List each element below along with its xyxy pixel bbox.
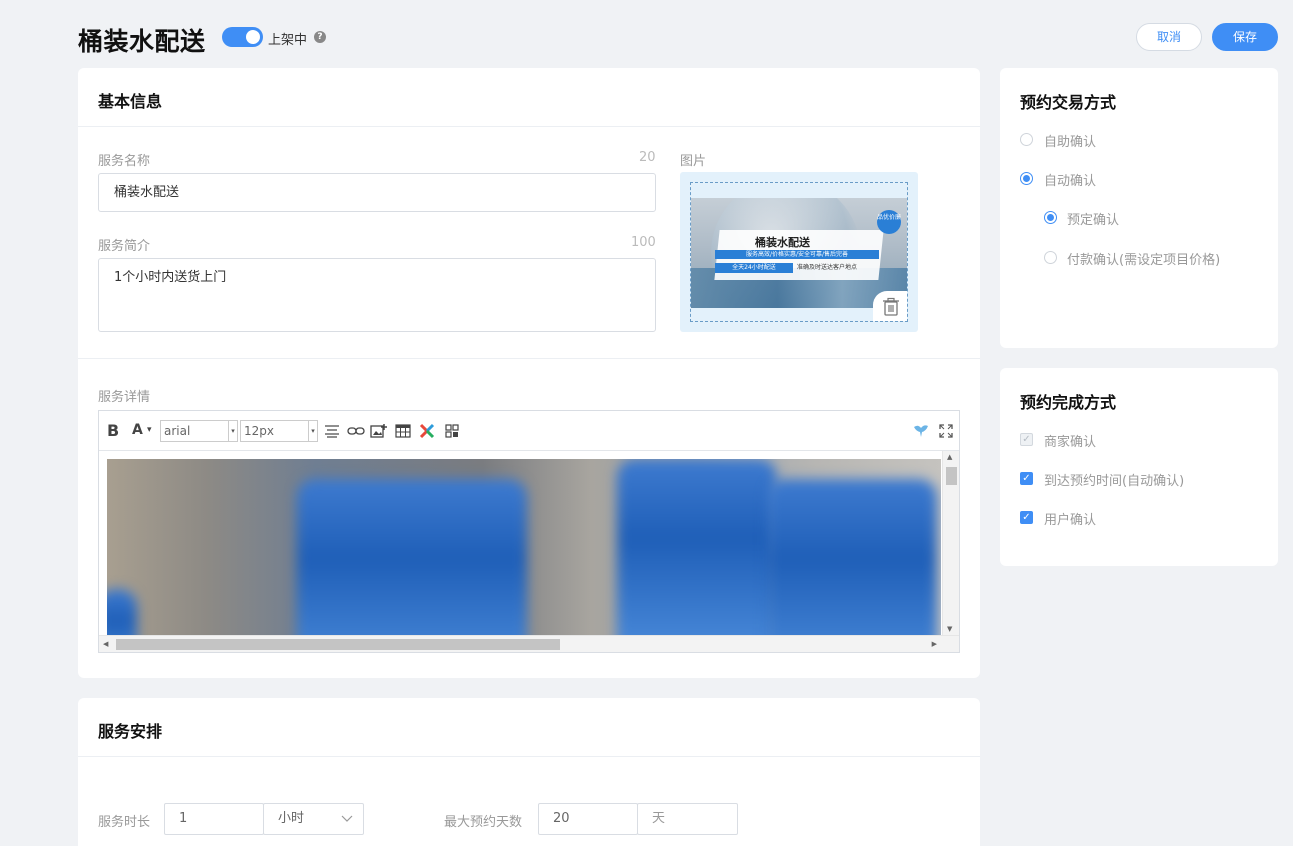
radio-self-confirm[interactable]: [1020, 133, 1033, 146]
scroll-up-icon[interactable]: ▲: [947, 453, 952, 461]
complete-mode-title: 预约完成方式: [1020, 393, 1117, 412]
basic-info-card: 基本信息 服务名称 20 桶装水配送 服务简介 100 1个小时内送货上门 图片…: [78, 68, 980, 678]
complete-mode-card: 预约完成方式 ✓ 商家确认 ✓ 到达预约时间(自动确认) ✓ 用户确认: [1000, 368, 1278, 566]
water-jug-graphic: [107, 589, 137, 635]
option-label: 自助确认: [1044, 135, 1097, 150]
basic-info-title: 基本信息: [98, 92, 163, 111]
font-family-select[interactable]: arial ▾: [160, 420, 238, 442]
section-divider: [78, 358, 980, 359]
checkbox-arrival-time[interactable]: ✓: [1020, 472, 1033, 485]
chevron-down-icon: [341, 815, 353, 822]
schedule-title: 服务安排: [98, 722, 163, 741]
service-name-limit: 20: [639, 150, 656, 165]
scroll-thumb[interactable]: [116, 639, 560, 650]
option-label: 自动确认: [1044, 174, 1097, 189]
scroll-right-icon[interactable]: ▶: [932, 640, 937, 648]
radio-payment-confirm[interactable]: [1044, 251, 1057, 264]
max-days-unit: 天: [637, 803, 738, 835]
card-divider: [78, 126, 980, 127]
trash-icon: [883, 297, 899, 316]
intro-label: 服务简介: [98, 239, 151, 254]
banner-badge: 品优价廉: [877, 210, 901, 234]
checkbox-user-confirm[interactable]: ✓: [1020, 511, 1033, 524]
insert-image-icon[interactable]: [370, 423, 388, 439]
duration-label: 服务时长: [98, 815, 151, 830]
chevron-down-icon: ▾: [308, 421, 317, 441]
scroll-thumb[interactable]: [946, 467, 957, 485]
duration-unit-value: 小时: [278, 811, 305, 826]
water-jug-graphic: [617, 459, 777, 635]
water-jug-graphic: [297, 479, 527, 635]
schedule-card: 服务安排 服务时长 1 小时 最大预约天数 20 天: [78, 698, 980, 846]
max-days-label: 最大预约天数: [444, 815, 523, 830]
font-size-value: 12px: [244, 424, 274, 438]
trade-mode-title: 预约交易方式: [1020, 93, 1117, 112]
card-divider: [78, 756, 980, 757]
bold-button[interactable]: B: [107, 421, 119, 440]
help-icon[interactable]: ?: [314, 31, 326, 43]
image-frame: 桶装水配送 服务高效/价格实惠/安全可靠/售后完善 全天24小时配送 准确及时送…: [690, 182, 908, 322]
option-label: 到达预约时间(自动确认): [1044, 474, 1185, 489]
vertical-scrollbar[interactable]: ▲ ▼: [942, 451, 959, 635]
option-label: 预定确认: [1067, 213, 1120, 228]
water-jug-graphic: [767, 479, 937, 635]
font-color-button[interactable]: A: [132, 422, 143, 438]
trade-mode-card: 预约交易方式 自助确认 自动确认 预定确认 付款确认(需设定项目价格): [1000, 68, 1278, 348]
service-image: 桶装水配送 服务高效/价格实惠/安全可靠/售后完善 全天24小时配送 准确及时送…: [691, 198, 907, 308]
banner-title: 桶装水配送: [755, 236, 810, 249]
scroll-down-icon[interactable]: ▼: [947, 625, 952, 633]
service-name-input[interactable]: 桶装水配送: [98, 173, 656, 212]
fullscreen-icon[interactable]: [939, 424, 953, 438]
image-uploader[interactable]: 桶装水配送 服务高效/价格实惠/安全可靠/售后完善 全天24小时配送 准确及时送…: [680, 172, 918, 332]
service-name-label: 服务名称: [98, 154, 151, 169]
listing-status-toggle[interactable]: [222, 27, 263, 47]
bird-icon[interactable]: [912, 422, 930, 438]
checkbox-merchant-confirm: ✓: [1020, 433, 1033, 446]
option-label: 付款确认(需设定项目价格): [1067, 253, 1221, 268]
page-title: 桶装水配送: [78, 27, 206, 56]
listing-status-label: 上架中: [268, 33, 308, 48]
intro-textarea[interactable]: 1个小时内送货上门: [98, 258, 656, 332]
banner-line2: 全天24小时配送: [715, 263, 793, 273]
scroll-left-icon[interactable]: ◀: [103, 640, 108, 648]
font-color-caret-icon[interactable]: ▾: [147, 425, 152, 435]
font-family-value: arial: [164, 424, 191, 438]
option-label: 商家确认: [1044, 435, 1097, 450]
option-label: 用户确认: [1044, 513, 1097, 528]
save-button[interactable]: 保存: [1212, 23, 1278, 51]
rich-text-editor[interactable]: B A ▾ arial ▾ 12px ▾ ▲ ▼ ◀ ▶: [98, 410, 960, 653]
horizontal-scrollbar[interactable]: ◀ ▶: [99, 635, 959, 652]
radio-booking-confirm[interactable]: [1044, 211, 1057, 224]
banner-line3: 准确及时送达客户地点: [797, 264, 858, 271]
editor-content-image[interactable]: [107, 459, 941, 635]
toggle-knob: [246, 30, 260, 44]
max-days-input[interactable]: 20: [538, 803, 638, 835]
duration-input[interactable]: 1: [164, 803, 264, 835]
detail-label: 服务详情: [98, 390, 151, 405]
delete-image-button[interactable]: [873, 291, 907, 321]
table-icon[interactable]: [395, 424, 411, 438]
plugin-icon[interactable]: [419, 423, 435, 439]
font-size-select[interactable]: 12px ▾: [240, 420, 318, 442]
align-icon[interactable]: [324, 424, 340, 438]
duration-unit-select[interactable]: 小时: [263, 803, 364, 835]
link-icon[interactable]: [347, 426, 365, 436]
cancel-button[interactable]: 取消: [1136, 23, 1202, 51]
banner-line1: 服务高效/价格实惠/安全可靠/售后完善: [715, 250, 879, 259]
chevron-down-icon: ▾: [228, 421, 237, 441]
grid-icon[interactable]: [445, 424, 459, 438]
image-label: 图片: [680, 154, 707, 169]
intro-limit: 100: [631, 235, 656, 250]
editor-toolbar: B A ▾ arial ▾ 12px ▾: [99, 411, 959, 451]
radio-auto-confirm[interactable]: [1020, 172, 1033, 185]
